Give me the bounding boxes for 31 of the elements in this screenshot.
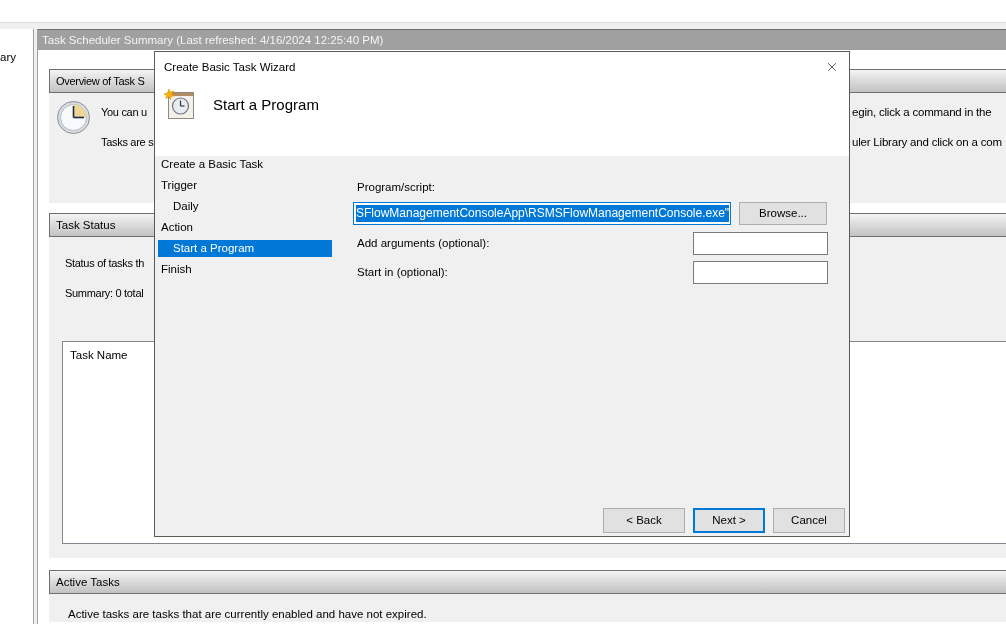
column-header[interactable]: Task Name: [70, 348, 128, 363]
wizard-step: Create a Basic Task: [158, 156, 332, 173]
clock-icon: [57, 101, 90, 134]
overview-text: uler Library and click on a com: [852, 135, 1002, 150]
input-field[interactable]: [693, 261, 828, 284]
summary-header: Task Scheduler Summary (Last refreshed: 4/16/2024 12:25:40 PM): [38, 29, 1006, 50]
status-text: Status of tasks th: [65, 256, 144, 271]
wizard-step: Trigger: [158, 177, 332, 194]
wizard-button[interactable]: < Back: [603, 508, 685, 533]
clock-page-icon: [164, 89, 194, 119]
browse-button[interactable]: Browse...: [739, 202, 827, 225]
tree-item[interactable]: ary: [0, 50, 33, 65]
input-field[interactable]: [693, 232, 828, 255]
overview-text: You can u: [101, 105, 147, 120]
wizard-button[interactable]: Next >: [693, 508, 765, 533]
field-label: Add arguments (optional):: [357, 236, 490, 251]
close-icon[interactable]: [825, 60, 839, 74]
wizard-step: Finish: [158, 261, 332, 278]
wizard-button[interactable]: Cancel: [773, 508, 845, 533]
field-label: Start in (optional):: [357, 265, 448, 280]
field-label: Program/script:: [357, 180, 435, 195]
program-path-field[interactable]: SFlowManagementConsoleApp\RSMSFlowManagementConsole.exe": [353, 202, 731, 225]
overview-text: Tasks are s: [101, 135, 154, 150]
wizard-heading: Start a Program: [213, 94, 319, 114]
status-text: Summary: 0 total: [65, 286, 144, 301]
wizard-step: Start a Program: [158, 240, 332, 257]
section-header: Active Tasks: [49, 570, 1006, 594]
overview-text: egin, click a command in the: [852, 105, 992, 120]
active-tasks-text: Active tasks are tasks that are currently enabled and have not expired.: [68, 607, 427, 622]
wizard-step: Daily: [158, 198, 332, 215]
wizard-step: Action: [158, 219, 332, 236]
